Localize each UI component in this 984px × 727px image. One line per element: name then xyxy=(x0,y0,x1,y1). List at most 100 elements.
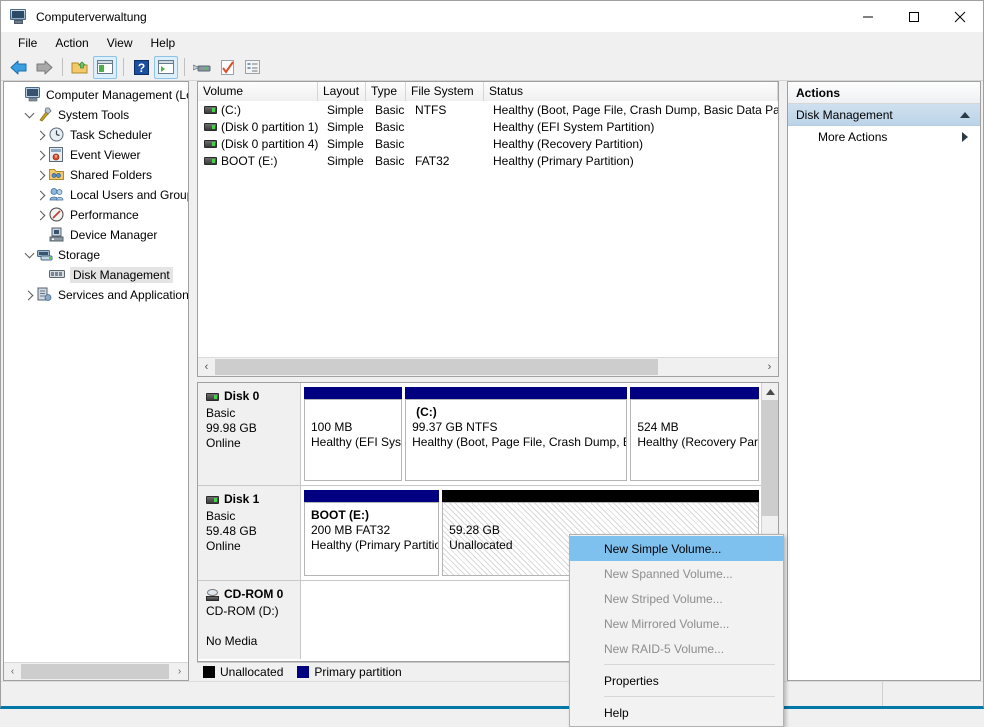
actions-item-more-actions[interactable]: More Actions xyxy=(788,126,980,148)
column-header-file-system[interactable]: File System xyxy=(406,82,484,101)
partition-block[interactable]: 100 MB Healthy (EFI Sys xyxy=(304,387,402,481)
disk-info-panel[interactable]: Disk 0 Basic 99.98 GB Online xyxy=(198,383,301,485)
graph-scroll-up-button[interactable] xyxy=(762,383,778,400)
users-icon xyxy=(49,187,67,203)
computer-management-window: Computerverwaltung File Action View Help xyxy=(0,0,984,709)
tree-item-label: System Tools xyxy=(58,108,129,122)
table-row[interactable]: (Disk 0 partition 1) Simple Basic Health… xyxy=(198,118,778,135)
partition-block[interactable]: (C:) 99.37 GB NTFS Healthy (Boot, Page F… xyxy=(405,387,627,481)
tree-item-local-users-and-groups[interactable]: Local Users and Groups xyxy=(7,185,188,205)
cell-layout: Simple xyxy=(322,120,370,134)
twisty-collapsed[interactable] xyxy=(33,192,49,199)
partition-title xyxy=(637,405,758,420)
disk-row[interactable]: Disk 0 Basic 99.98 GB Online 10 xyxy=(198,383,761,486)
twisty-collapsed[interactable] xyxy=(33,212,49,219)
column-header-type[interactable]: Type xyxy=(366,82,406,101)
disk-management-icon xyxy=(49,267,67,283)
legend-item-primary-partition: Primary partition xyxy=(297,665,401,679)
list-scroll-thumb[interactable] xyxy=(215,359,658,375)
cell-status: Healthy (Recovery Partition) xyxy=(488,137,778,151)
context-menu-item-new-mirrored-volume[interactable]: New Mirrored Volume... xyxy=(570,611,783,636)
tree-item-task-scheduler[interactable]: Task Scheduler xyxy=(7,125,188,145)
cell-layout: Simple xyxy=(322,137,370,151)
disk-size xyxy=(206,619,300,634)
volume-list-horizontal-scrollbar[interactable]: ‹ › xyxy=(198,357,778,376)
close-button[interactable] xyxy=(937,1,983,32)
legend-label: Unallocated xyxy=(220,665,283,679)
list-view-icon[interactable] xyxy=(240,56,264,79)
table-row[interactable]: (Disk 0 partition 4) Simple Basic Health… xyxy=(198,135,778,152)
list-scroll-left-button[interactable]: ‹ xyxy=(198,358,215,376)
rescan-disks-icon[interactable] xyxy=(190,56,214,79)
partition-status: Healthy (Boot, Page File, Crash Dump, Ba… xyxy=(412,435,626,450)
tree-horizontal-scrollbar[interactable]: ‹ › xyxy=(4,662,188,680)
legend-label: Primary partition xyxy=(314,665,401,679)
tree-scroll-left-button[interactable]: ‹ xyxy=(4,663,21,680)
list-scroll-track[interactable] xyxy=(215,358,761,376)
twisty-collapsed[interactable] xyxy=(21,292,37,299)
tree-item-shared-folders[interactable]: Shared Folders xyxy=(7,165,188,185)
column-header-status[interactable]: Status xyxy=(484,82,778,101)
context-menu-item-new-striped-volume[interactable]: New Striped Volume... xyxy=(570,586,783,611)
cell-type: Basic xyxy=(370,103,410,117)
column-header-volume[interactable]: Volume xyxy=(198,82,318,101)
context-menu-item-new-raid5-volume[interactable]: New RAID-5 Volume... xyxy=(570,636,783,661)
actions-section-disk-management[interactable]: Disk Management xyxy=(788,104,980,126)
disk-info-panel[interactable]: Disk 1 Basic 59.48 GB Online xyxy=(198,486,301,580)
properties-icon[interactable] xyxy=(215,56,239,79)
tree-item-storage[interactable]: Storage xyxy=(7,245,188,265)
cell-layout: Simple xyxy=(322,103,370,117)
tree-item-event-viewer[interactable]: Event Viewer xyxy=(7,145,188,165)
tree-scroll-track[interactable] xyxy=(21,663,171,680)
legend-item-unallocated: Unallocated xyxy=(203,665,283,679)
tree-item-services-and-applications[interactable]: Services and Applications xyxy=(7,285,188,305)
console-tree-pane: Computer Management (Local System Tools xyxy=(3,81,189,681)
menu-action[interactable]: Action xyxy=(46,34,97,52)
tree-item-label: Task Scheduler xyxy=(70,128,152,142)
tree-item-label: Performance xyxy=(70,208,139,222)
show-hide-action-pane-icon[interactable] xyxy=(154,56,178,79)
tree-scroll-thumb[interactable] xyxy=(21,664,169,679)
tree-item-performance[interactable]: Performance xyxy=(7,205,188,225)
menu-help[interactable]: Help xyxy=(142,34,185,52)
actions-header: Actions xyxy=(788,82,980,104)
computer-icon xyxy=(25,87,43,103)
disk-icon xyxy=(206,496,219,504)
tree-item-system-tools[interactable]: System Tools xyxy=(7,105,188,125)
tree-scroll-right-button[interactable]: › xyxy=(171,663,188,680)
table-row[interactable]: BOOT (E:) Simple Basic FAT32 Healthy (Pr… xyxy=(198,152,778,169)
disk-name: CD-ROM 0 xyxy=(224,587,283,602)
menu-view[interactable]: View xyxy=(98,34,142,52)
twisty-expanded[interactable] xyxy=(21,113,37,117)
partition-block[interactable]: 524 MB Healthy (Recovery Par xyxy=(630,387,759,481)
context-menu-item-new-simple-volume[interactable]: New Simple Volume... xyxy=(570,536,783,561)
twisty-expanded[interactable] xyxy=(21,253,37,257)
show-hide-console-tree-icon[interactable] xyxy=(93,56,117,79)
up-folder-icon[interactable] xyxy=(68,56,92,79)
list-scroll-right-button[interactable]: › xyxy=(761,358,778,376)
menu-file[interactable]: File xyxy=(9,34,46,52)
graph-scroll-thumb[interactable] xyxy=(762,400,779,516)
back-icon[interactable] xyxy=(7,56,31,79)
sidebar-item-disk-management[interactable]: Disk Management xyxy=(7,265,188,285)
table-row[interactable]: (C:) Simple Basic NTFS Healthy (Boot, Pa… xyxy=(198,101,778,118)
help-icon[interactable]: ? xyxy=(129,56,153,79)
twisty-collapsed[interactable] xyxy=(33,152,49,159)
context-menu-item-properties[interactable]: Properties xyxy=(570,668,783,693)
column-header-layout[interactable]: Layout xyxy=(318,82,366,101)
tree-item-computer-management[interactable]: Computer Management (Local xyxy=(7,85,188,105)
disk-info-panel[interactable]: CD-ROM 0 CD-ROM (D:) No Media xyxy=(198,581,301,659)
context-menu-item-help[interactable]: Help xyxy=(570,700,783,725)
maximize-button[interactable] xyxy=(891,1,937,32)
minimize-button[interactable] xyxy=(845,1,891,32)
cell-volume: (C:) xyxy=(221,103,322,117)
twisty-collapsed[interactable] xyxy=(33,132,49,139)
tree-item-device-manager[interactable]: Device Manager xyxy=(7,225,188,245)
context-menu-item-new-spanned-volume[interactable]: New Spanned Volume... xyxy=(570,561,783,586)
partition-block[interactable]: BOOT (E:) 200 MB FAT32 Healthy (Primary … xyxy=(304,490,439,576)
forward-icon[interactable] xyxy=(32,56,56,79)
chevron-up-icon[interactable] xyxy=(960,112,970,118)
twisty-collapsed[interactable] xyxy=(33,172,49,179)
cell-volume: (Disk 0 partition 1) xyxy=(221,120,322,134)
volume-disk-icon xyxy=(204,123,217,131)
